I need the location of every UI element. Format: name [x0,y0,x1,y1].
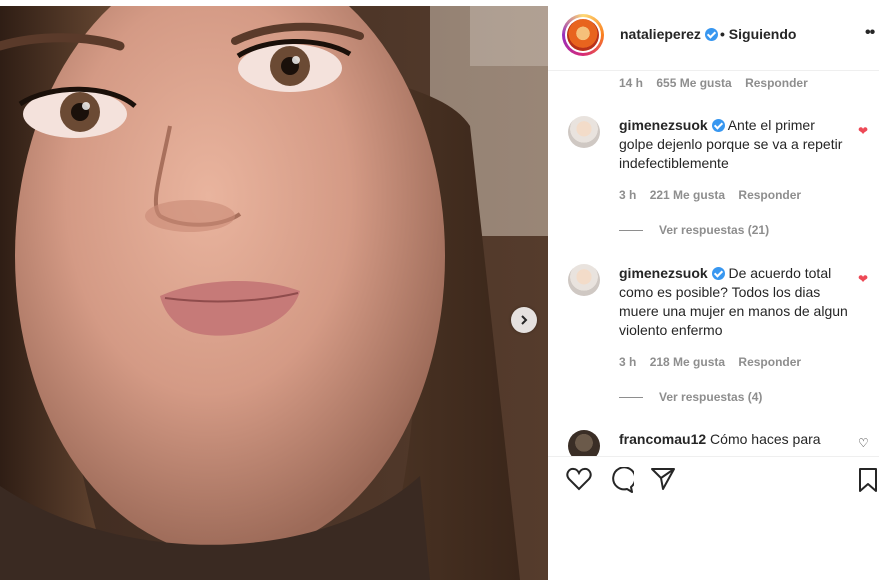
comment-meta: 3 h 218 Me gusta Responder [619,355,811,369]
comment-username[interactable]: gimenezsuok [619,117,708,133]
comment-text: francomau12 Cómo haces para [619,430,849,449]
reply-button[interactable]: Responder [738,188,801,202]
more-options-icon[interactable]: •• [865,24,875,42]
heart-icon[interactable]: ❤ [858,272,868,286]
post-header: natalieperez • Siguiendo •• [548,0,879,71]
view-replies-button[interactable]: Ver respuestas (21) [619,223,769,237]
comment-meta: 3 h 221 Me gusta Responder [619,188,811,202]
comment-likes[interactable]: 655 Me gusta [656,76,731,90]
post-photo[interactable] [0,6,548,580]
share-icon[interactable] [650,467,676,496]
verified-icon [704,28,718,41]
view-replies-label[interactable]: Ver respuestas (4) [659,390,762,404]
view-replies-button[interactable]: Ver respuestas (4) [619,390,762,404]
instagram-post: natalieperez • Siguiendo •• 14 h 655 Me … [0,0,879,586]
comment-text: gimenezsuok De acuerdo total como es pos… [619,264,849,340]
heart-icon[interactable]: ❤ [858,124,868,138]
comment-username[interactable]: gimenezsuok [619,265,708,281]
avatar[interactable] [568,264,600,296]
avatar[interactable] [568,430,600,456]
username-text[interactable]: natalieperez [620,26,701,42]
comment-text: gimenezsuok Ante el primer golpe dejenlo… [619,116,849,173]
avatar[interactable] [562,14,604,56]
comment-time: 14 h [619,76,644,90]
comment-time: 3 h [619,355,637,369]
reply-button[interactable]: Responder [745,76,808,90]
follow-status[interactable]: • Siguiendo [720,26,796,42]
comment-icon[interactable] [608,466,637,498]
heart-icon[interactable]: ♡ [858,436,869,450]
view-replies-label[interactable]: Ver respuestas (21) [659,223,769,237]
action-bar [548,456,879,507]
comment-clip: francomau12 Cómo haces para ♡ [548,420,879,456]
reply-button[interactable]: Responder [738,355,801,369]
bookmark-icon[interactable] [858,467,878,498]
avatar[interactable] [568,116,600,148]
comment-time: 3 h [619,188,637,202]
verified-icon [711,119,725,132]
heart-icon[interactable] [566,467,592,496]
portrait-photo [0,6,548,580]
comment-body: Cómo haces para [710,431,821,447]
comment-meta: 14 h 655 Me gusta Responder [619,76,818,90]
header-username[interactable]: natalieperez [620,26,718,42]
comment-likes[interactable]: 221 Me gusta [650,188,725,202]
next-arrow-icon[interactable] [511,307,537,333]
comments-panel: natalieperez • Siguiendo •• 14 h 655 Me … [548,0,879,586]
verified-icon [711,267,725,280]
comment-username[interactable]: francomau12 [619,431,706,447]
comment-likes[interactable]: 218 Me gusta [650,355,725,369]
